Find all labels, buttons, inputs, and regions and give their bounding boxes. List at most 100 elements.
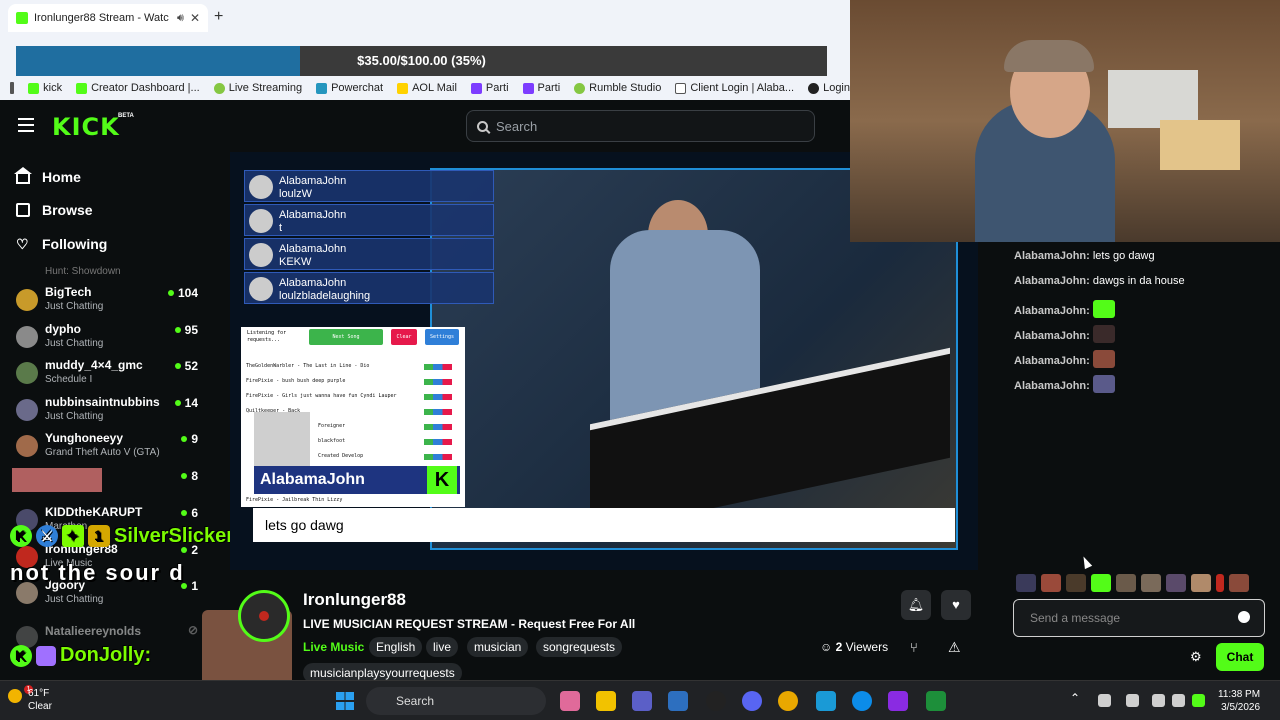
emote-icon[interactable] [1041, 574, 1061, 592]
emote-icon[interactable] [1141, 574, 1161, 592]
system-clock[interactable]: 11:38 PM 3/5/2026 [1218, 688, 1260, 714]
microphone-icon[interactable] [1126, 694, 1139, 707]
sidebar-item-home[interactable]: Home [14, 167, 81, 185]
emote-icon[interactable] [1216, 574, 1224, 592]
emote-icon[interactable] [1166, 574, 1186, 592]
chrome-icon[interactable] [778, 691, 798, 711]
avatar [16, 326, 38, 348]
excel-icon[interactable] [926, 691, 946, 711]
tag-songrequests[interactable]: songrequests [536, 637, 623, 657]
speaker-icon[interactable]: 🔊︎ [177, 12, 184, 25]
bookmark-client-login[interactable]: Client Login | Alaba... [675, 82, 794, 94]
chat-message: AlabamaJohn: [1014, 350, 1115, 368]
tag-live[interactable]: live [426, 637, 459, 657]
sidebar-item-following[interactable]: ♡ Following [16, 236, 107, 252]
channel-item-muddy[interactable]: muddy_4×4_gmc Schedule I 52 [16, 358, 202, 392]
store-icon[interactable] [668, 691, 688, 711]
avatar [249, 209, 273, 233]
app-icon[interactable] [816, 691, 836, 711]
notification-bell-button[interactable]: 🔔︎ [901, 590, 931, 620]
report-icon[interactable]: ⚠ [948, 639, 961, 656]
kick-badge-icon: K [10, 525, 32, 547]
windows-taskbar: 1 61°F Clear Search ⌃ 11:38 PM 3/5/2026 [0, 680, 1280, 720]
taskbar-search[interactable]: Search [366, 687, 546, 715]
bookmark-login[interactable]: Login [808, 82, 850, 94]
new-tab-button[interactable]: + [214, 8, 223, 26]
live-dot-icon [174, 400, 181, 406]
emote-icon[interactable] [1066, 574, 1086, 592]
rumble-icon [574, 82, 586, 94]
webcam-sign [1160, 120, 1240, 170]
channel-item-yunghoneeyy[interactable]: Yunghoneeyy Grand Theft Auto V (GTA) 9 [16, 431, 202, 465]
live-dot-icon [181, 510, 188, 516]
bookmark-live-streaming[interactable]: Live Streaming [213, 82, 302, 94]
emote-w-icon [1092, 300, 1115, 318]
windows-start-icon[interactable] [336, 692, 354, 710]
stream-category[interactable]: Live Music [303, 640, 364, 654]
chat-message: AlabamaJohn: [1014, 325, 1115, 343]
video-caption: lets go dawg [253, 508, 955, 542]
bookmark-kick[interactable]: kick [28, 82, 62, 94]
bookmark-parti-2[interactable]: Parti [522, 82, 560, 94]
wifi-icon[interactable] [1152, 694, 1165, 707]
alert-username: SilverSlicker: [114, 524, 241, 547]
tab-title: Ironlunger88 Stream - Watc [34, 12, 169, 24]
tag-musician[interactable]: musician [467, 637, 529, 657]
app-icon[interactable] [888, 691, 908, 711]
channel-item-bigtech[interactable]: BigTech Just Chatting 104 [16, 285, 202, 319]
weather-widget[interactable]: 61°F Clear [28, 687, 52, 713]
kick-logo[interactable]: KICK [52, 113, 120, 141]
network-icon[interactable] [1098, 694, 1111, 707]
request-controls [424, 439, 452, 445]
channel-item-dypho[interactable]: dypho Just Chatting 95 [16, 322, 202, 356]
close-tab-icon[interactable]: ✕ [190, 11, 200, 25]
bookmark-aol-mail[interactable]: AOL Mail [397, 82, 457, 94]
volume-icon[interactable] [1172, 694, 1185, 707]
obs-icon[interactable] [706, 691, 726, 711]
chat-send-button[interactable]: Chat [1216, 643, 1264, 671]
show-hidden-icons[interactable]: ⌃ [1070, 691, 1080, 705]
menu-icon[interactable] [18, 118, 34, 132]
emote-w-icon[interactable] [1091, 574, 1111, 592]
battery-icon[interactable] [1192, 694, 1205, 707]
tag-english[interactable]: English [369, 637, 423, 657]
moderator-badge-icon: ⚔ [36, 525, 58, 547]
request-controls [424, 454, 452, 460]
browser-tab[interactable]: Ironlunger88 Stream - Watc 🔊︎ ✕ [8, 4, 208, 32]
bookmark-powerchat[interactable]: Powerchat [316, 82, 383, 94]
emoji-icon[interactable] [1238, 611, 1250, 623]
emote-icon[interactable] [1016, 574, 1036, 592]
avatar [16, 362, 38, 384]
edge-icon[interactable] [852, 691, 872, 711]
discord-icon[interactable] [742, 691, 762, 711]
channel-item-hidden[interactable]: 8 [12, 468, 202, 502]
share-icon[interactable]: ⑂ [910, 640, 918, 655]
sidebar: Home Browse ♡ Following Hunt: Showdown B… [0, 152, 212, 680]
bookmark-rumble-studio[interactable]: Rumble Studio [574, 82, 661, 94]
people-icon: ☺ [820, 640, 833, 654]
weather-sun-icon[interactable] [8, 689, 22, 703]
request-line: FirePixie - Girls just wanna have fun Cy… [246, 393, 460, 403]
search-input[interactable]: Search [466, 110, 815, 142]
chat-message-input[interactable]: Send a message [1013, 599, 1265, 637]
follow-heart-button[interactable]: ♥ [941, 590, 971, 620]
copilot-icon[interactable] [560, 691, 580, 711]
alert-donjolly: K DonJolly: [10, 644, 151, 667]
sidebar-item-browse[interactable]: Browse [16, 202, 93, 218]
apps-grid-icon[interactable] [10, 82, 15, 94]
aol-icon [397, 82, 409, 94]
teams-icon[interactable] [632, 691, 652, 711]
streamer-avatar[interactable] [238, 590, 290, 642]
bookmark-creator-dashboard[interactable]: Creator Dashboard |... [76, 82, 200, 94]
gear-icon[interactable]: ⚙ [1190, 649, 1202, 665]
bookmark-parti-1[interactable]: Parti [470, 82, 509, 94]
overlay-chat-row: AlabamaJohn loulzW [244, 170, 494, 202]
channel-item-nubbins[interactable]: nubbinsaintnubbins Just Chatting 14 [16, 395, 202, 429]
file-explorer-icon[interactable] [596, 691, 616, 711]
emote-icon[interactable] [1116, 574, 1136, 592]
stream-title: LIVE MUSICIAN REQUEST STREAM - Request F… [303, 617, 636, 631]
search-icon [477, 120, 488, 132]
streamer-name[interactable]: Ironlunger88 [303, 590, 406, 610]
emote-icon[interactable] [1191, 574, 1211, 592]
emote-icon[interactable] [1229, 574, 1249, 592]
